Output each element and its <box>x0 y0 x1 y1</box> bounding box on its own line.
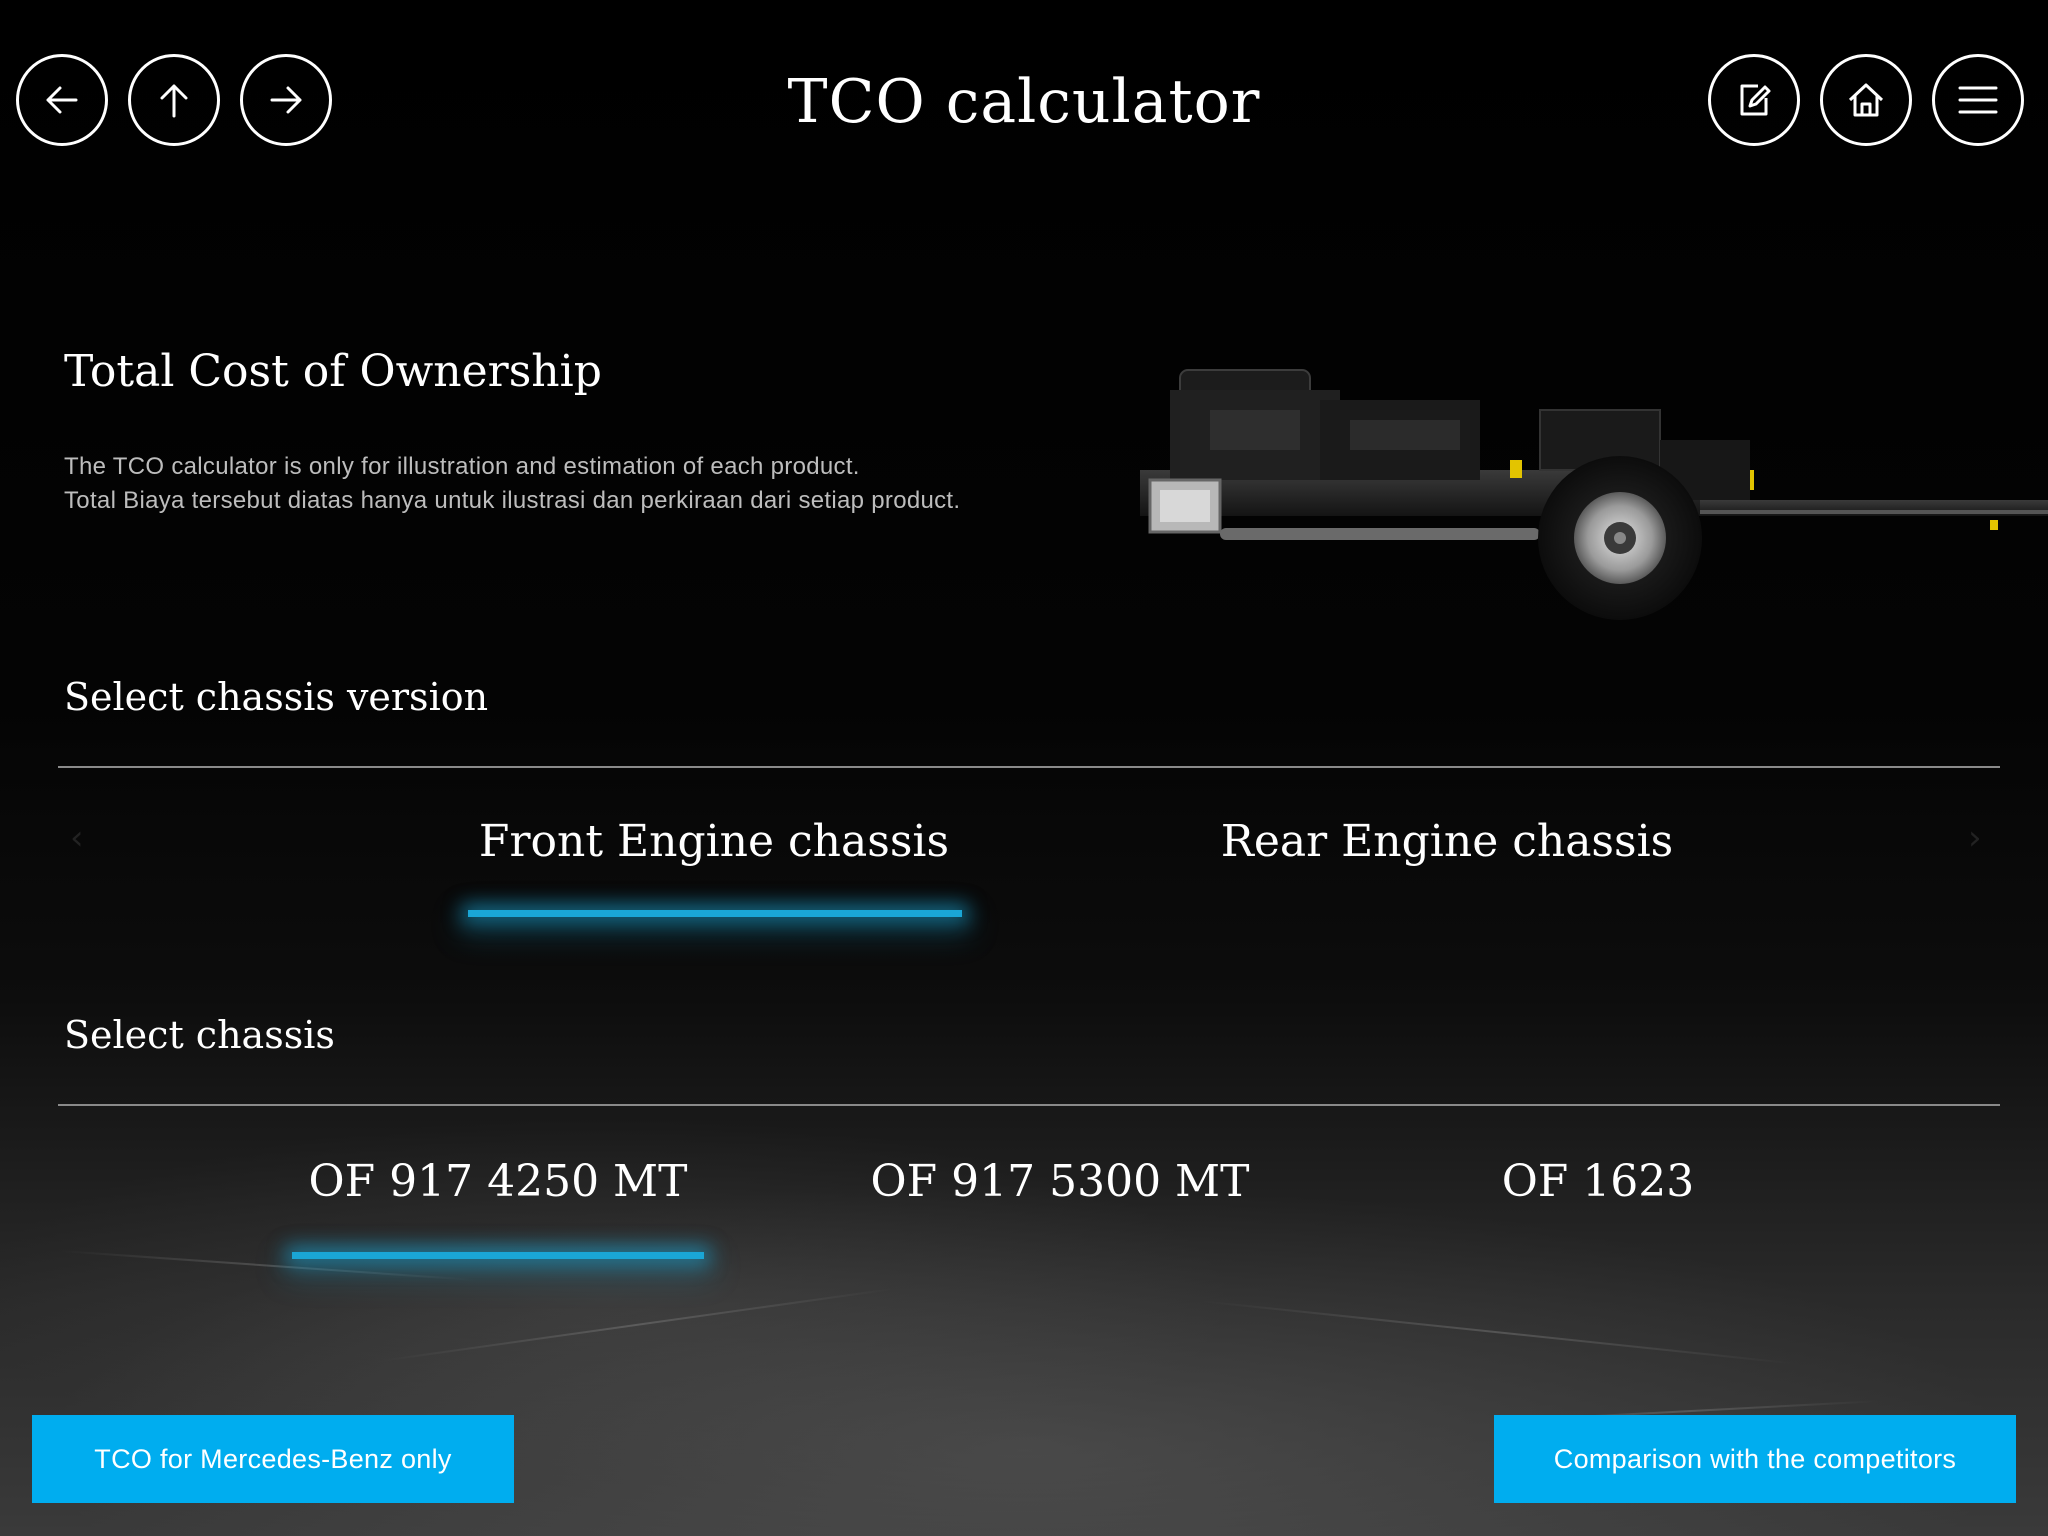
tco-calculator-screen: TCO calculator Total Cost of Ownership T… <box>0 0 2048 1536</box>
menu-icon <box>1958 86 1998 114</box>
home-button[interactable] <box>1820 54 1912 146</box>
tab-label: Rear Engine chassis <box>1220 816 1674 867</box>
intro-heading: Total Cost of Ownership <box>64 346 602 397</box>
tab-of-1623[interactable]: OF 1623 <box>1456 1154 1740 1210</box>
intro-description: The TCO calculator is only for illustrat… <box>64 450 960 518</box>
tab-label: OF 1623 <box>1501 1156 1695 1207</box>
tco-mercedes-only-button[interactable]: TCO for Mercedes-Benz only <box>32 1415 514 1503</box>
selected-underline <box>468 910 962 917</box>
chevron-left-icon[interactable]: ‹ <box>70 818 84 858</box>
tab-of-917-5300-mt[interactable]: OF 917 5300 MT <box>860 1154 1260 1210</box>
home-icon <box>1848 83 1884 117</box>
chassis-version-divider <box>58 766 2000 768</box>
menu-button[interactable] <box>1932 54 2024 146</box>
road-streak <box>379 1287 896 1362</box>
selected-underline <box>292 1252 704 1259</box>
tab-label: OF 917 4250 MT <box>308 1156 688 1207</box>
tab-rear-engine-chassis[interactable]: Rear Engine chassis <box>1200 814 1694 870</box>
chassis-label: Select chassis <box>64 1013 335 1057</box>
tab-label: Front Engine chassis <box>478 816 950 867</box>
comparison-competitors-button[interactable]: Comparison with the competitors <box>1494 1415 2016 1503</box>
edit-button[interactable] <box>1708 54 1800 146</box>
tab-of-917-4250-mt[interactable]: OF 917 4250 MT <box>292 1154 704 1210</box>
edit-icon <box>1740 84 1771 116</box>
chassis-divider <box>58 1104 2000 1106</box>
road-streak <box>1199 1300 1797 1365</box>
tab-label: OF 917 5300 MT <box>870 1156 1250 1207</box>
intro-line-indonesian: Total Biaya tersebut diatas hanya untuk … <box>64 487 961 514</box>
chassis-version-label: Select chassis version <box>64 675 489 719</box>
intro-line-english: The TCO calculator is only for illustrat… <box>64 453 860 480</box>
chassis-image <box>1140 369 2048 620</box>
tab-front-engine-chassis[interactable]: Front Engine chassis <box>468 814 960 870</box>
chevron-right-icon[interactable]: › <box>1968 818 1982 858</box>
